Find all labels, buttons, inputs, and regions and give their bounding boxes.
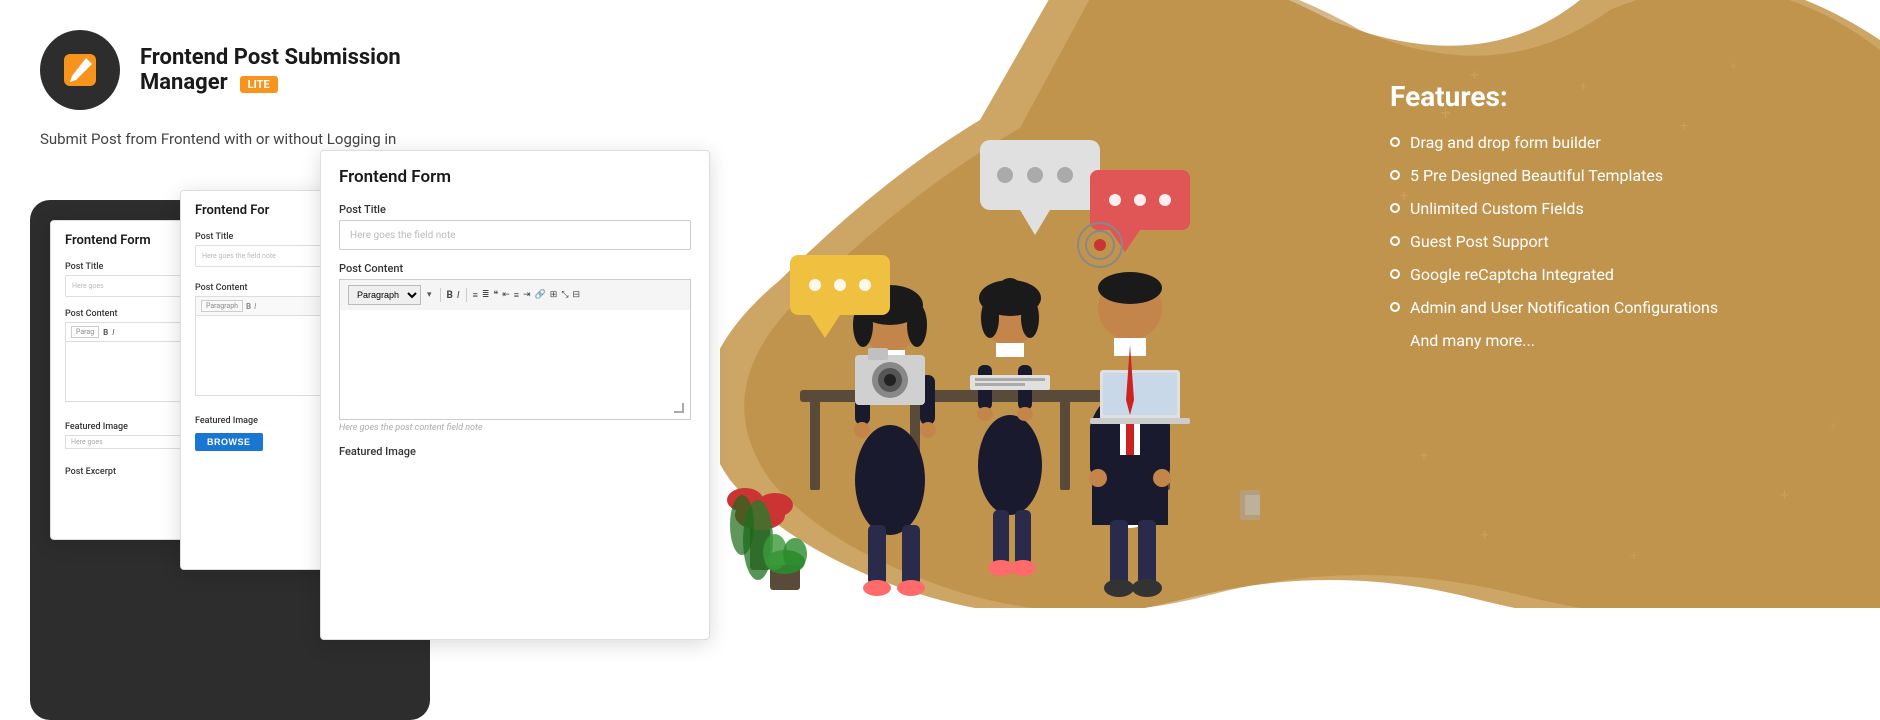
left-section: Frontend Post Submission Manager LITE Su… (0, 0, 720, 608)
feature-item-6: Admin and User Notification Configuratio… (1390, 298, 1840, 317)
circle-bullet-icon (1390, 137, 1400, 147)
circle-bullet-icon (1390, 203, 1400, 213)
circle-bullet-icon (1390, 170, 1400, 180)
feature-item-2: 5 Pre Designed Beautiful Templates (1390, 166, 1840, 185)
feature-item-7: And many more... (1390, 331, 1840, 350)
circle-bullet-icon (1390, 302, 1400, 312)
forms-container: Frontend Form Post Title Here goes Post … (30, 140, 710, 600)
circle-bullet-icon (1390, 236, 1400, 246)
plugin-title: Frontend Post Submission Manager LITE (140, 45, 401, 95)
feature-item-3: Unlimited Custom Fields (1390, 199, 1840, 218)
paragraph-select[interactable]: Paragraph (348, 285, 421, 305)
lite-badge: LITE (240, 76, 278, 93)
form-card-3: Frontend Form Post Title Here goes the f… (320, 150, 710, 640)
header-text: Frontend Post Submission Manager LITE (140, 45, 401, 95)
logo-circle (40, 30, 120, 110)
feature-item-5: Google reCaptcha Integrated (1390, 265, 1840, 284)
form-card-3-title: Frontend Form (339, 167, 691, 187)
feature-item-1: Drag and drop form builder (1390, 133, 1840, 152)
features-title: Features: (1390, 80, 1840, 113)
feature-item-4: Guest Post Support (1390, 232, 1840, 251)
circle-bullet-icon (1390, 335, 1400, 345)
features-list: Drag and drop form builder 5 Pre Designe… (1390, 133, 1840, 350)
right-section: Features: Drag and drop form builder 5 P… (1200, 0, 1880, 608)
circle-bullet-icon (1390, 269, 1400, 279)
browse-btn-2[interactable]: BROWSE (195, 433, 263, 451)
features-content: Features: Drag and drop form builder 5 P… (1390, 80, 1840, 350)
header-area: Frontend Post Submission Manager LITE (0, 0, 720, 130)
